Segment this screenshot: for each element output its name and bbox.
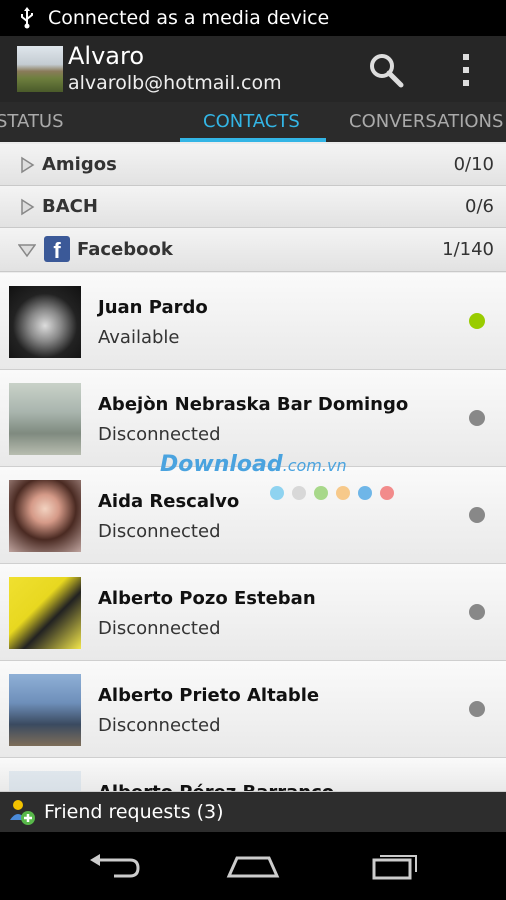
overflow-menu-icon[interactable] bbox=[452, 50, 480, 90]
contact-status: Disconnected bbox=[98, 521, 221, 542]
contact-row[interactable]: Alberto Prieto Altable Disconnected bbox=[0, 661, 506, 758]
contact-status: Available bbox=[98, 327, 180, 348]
contact-avatar bbox=[9, 480, 81, 552]
contact-row[interactable]: Alberto Pozo Esteban Disconnected bbox=[0, 564, 506, 661]
back-icon[interactable] bbox=[84, 850, 144, 882]
tab-conversations[interactable]: CONVERSATIONS bbox=[349, 102, 503, 142]
action-bar: Alvaro alvarolb@hotmail.com bbox=[0, 36, 506, 102]
watermark-suffix: .com.vn bbox=[282, 456, 347, 475]
offline-status-dot bbox=[469, 507, 485, 523]
status-text: Connected as a media device bbox=[48, 7, 330, 29]
online-status-dot bbox=[469, 313, 485, 329]
contact-name: Alberto Pérez Barranco bbox=[98, 782, 334, 791]
contact-name: Alberto Pozo Esteban bbox=[98, 588, 316, 609]
tab-status[interactable]: STATUS bbox=[0, 102, 64, 142]
group-name: BACH bbox=[42, 196, 98, 217]
contact-row[interactable]: Juan Pardo Available bbox=[0, 273, 506, 370]
collapse-arrow-icon bbox=[18, 244, 36, 258]
offline-status-dot bbox=[469, 701, 485, 717]
contact-row[interactable]: Aida Rescalvo Disconnected bbox=[0, 467, 506, 564]
contact-avatar bbox=[9, 383, 81, 455]
tab-indicator bbox=[180, 138, 326, 142]
offline-status-dot bbox=[469, 604, 485, 620]
group-count: 0/6 bbox=[465, 196, 494, 217]
contact-avatar bbox=[9, 771, 81, 791]
group-count: 1/140 bbox=[442, 239, 494, 260]
tab-bar: STATUS CONTACTS CONVERSATIONS bbox=[0, 102, 506, 142]
group-bach[interactable]: BACH 0/6 bbox=[0, 186, 506, 228]
offline-status-dot bbox=[469, 410, 485, 426]
contact-name: Juan Pardo bbox=[98, 297, 208, 318]
contact-row[interactable]: Alberto Pérez Barranco bbox=[0, 758, 506, 792]
search-icon[interactable] bbox=[368, 52, 404, 88]
account-email: alvarolb@hotmail.com bbox=[68, 72, 282, 94]
group-name: Facebook bbox=[77, 239, 173, 260]
expand-arrow-icon bbox=[21, 198, 35, 216]
group-name: Amigos bbox=[42, 154, 117, 175]
facebook-icon: f bbox=[44, 236, 70, 262]
watermark-dots bbox=[270, 486, 402, 500]
contact-avatar bbox=[9, 286, 81, 358]
contact-status: Disconnected bbox=[98, 618, 221, 639]
home-icon[interactable] bbox=[223, 850, 283, 882]
tab-contacts[interactable]: CONTACTS bbox=[203, 102, 300, 142]
friend-requests-bar[interactable]: Friend requests (3) bbox=[0, 792, 506, 832]
usb-icon bbox=[14, 7, 40, 29]
navigation-bar bbox=[0, 832, 506, 900]
group-count: 0/10 bbox=[453, 154, 494, 175]
status-bar: Connected as a media device bbox=[0, 0, 506, 36]
contact-name: Alberto Prieto Altable bbox=[98, 685, 320, 706]
account-avatar[interactable] bbox=[17, 46, 63, 92]
add-friend-icon bbox=[10, 800, 35, 825]
watermark-text: Download bbox=[160, 452, 283, 477]
group-facebook[interactable]: f Facebook 1/140 bbox=[0, 228, 506, 272]
account-name: Alvaro bbox=[68, 42, 145, 70]
contact-name: Aida Rescalvo bbox=[98, 491, 240, 512]
expand-arrow-icon bbox=[21, 156, 35, 174]
contact-avatar bbox=[9, 674, 81, 746]
group-amigos[interactable]: Amigos 0/10 bbox=[0, 144, 506, 186]
watermark-logo: Download.com.vn bbox=[160, 452, 347, 477]
recent-apps-icon[interactable] bbox=[364, 850, 424, 882]
friend-requests-label: Friend requests (3) bbox=[44, 801, 224, 823]
contact-status: Disconnected bbox=[98, 424, 221, 445]
contact-name: Abejòn Nebraska Bar Domingo bbox=[98, 394, 409, 415]
contact-status: Disconnected bbox=[98, 715, 221, 736]
contact-avatar bbox=[9, 577, 81, 649]
